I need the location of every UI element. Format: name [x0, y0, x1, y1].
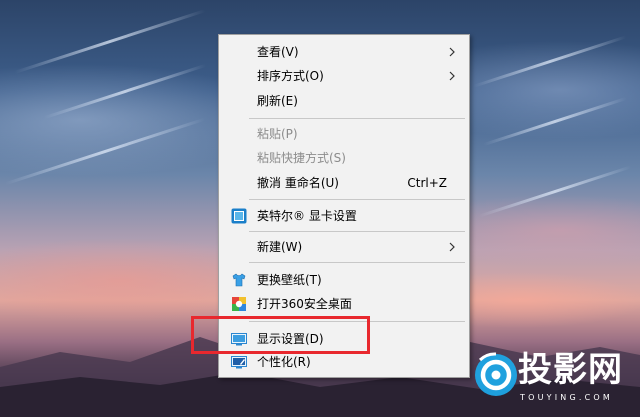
menu-item-label: 个性化(R) — [257, 355, 311, 369]
360-desktop-icon — [232, 297, 246, 311]
menu-separator — [249, 199, 465, 200]
watermark-sub: TOUYING.COM — [520, 393, 613, 402]
menu-item-new[interactable]: 新建(W) — [219, 236, 469, 258]
watermark-brand: 投影网 — [518, 350, 623, 390]
menu-item-shortcut: Ctrl+Z — [407, 176, 447, 190]
chevron-right-icon — [449, 47, 455, 57]
menu-item-refresh[interactable]: 刷新(E) — [219, 90, 469, 112]
chevron-right-icon — [449, 242, 455, 252]
cloud-streak — [473, 35, 627, 88]
menu-item-view[interactable]: 查看(V) — [219, 41, 469, 63]
cloud-streak — [483, 96, 627, 147]
menu-separator — [249, 118, 465, 119]
annotation-highlight-box — [191, 316, 370, 354]
cloud-streak — [14, 9, 206, 74]
menu-item-label: 粘贴快捷方式(S) — [257, 151, 346, 165]
menu-item-label: 排序方式(O) — [257, 69, 324, 83]
menu-item-label: 英特尔® 显卡设置 — [257, 209, 357, 223]
menu-separator — [249, 231, 465, 232]
menu-item-sort-by[interactable]: 排序方式(O) — [219, 65, 469, 87]
menu-separator — [249, 262, 465, 263]
personalize-icon — [231, 356, 247, 369]
menu-item-paste-shortcut[interactable]: 粘贴快捷方式(S) — [219, 147, 469, 169]
menu-item-label: 新建(W) — [257, 240, 303, 254]
menu-item-label: 查看(V) — [257, 45, 299, 59]
intel-graphics-icon — [231, 208, 247, 224]
menu-item-open-360-desktop[interactable]: 打开360安全桌面 — [219, 293, 469, 315]
menu-item-intel-graphics[interactable]: 英特尔® 显卡设置 — [219, 205, 469, 227]
menu-item-label: 粘贴(P) — [257, 127, 298, 141]
cloud-streak — [478, 165, 632, 218]
menu-item-paste[interactable]: 粘贴(P) — [219, 123, 469, 145]
chevron-right-icon — [449, 71, 455, 81]
menu-item-label: 撤消 重命名(U) — [257, 176, 339, 190]
menu-item-undo-rename[interactable]: 撤消 重命名(U) Ctrl+Z — [219, 172, 469, 194]
menu-item-label: 更换壁纸(T) — [257, 273, 322, 287]
menu-item-label: 刷新(E) — [257, 94, 298, 108]
cloud-streak — [4, 117, 206, 186]
cloud-streak — [43, 63, 207, 120]
menu-item-change-wallpaper[interactable]: 更换壁纸(T) — [219, 269, 469, 291]
menu-item-personalize[interactable]: 个性化(R) — [219, 351, 469, 373]
menu-item-label: 打开360安全桌面 — [257, 297, 352, 311]
wallpaper-shirt-icon — [232, 273, 246, 287]
